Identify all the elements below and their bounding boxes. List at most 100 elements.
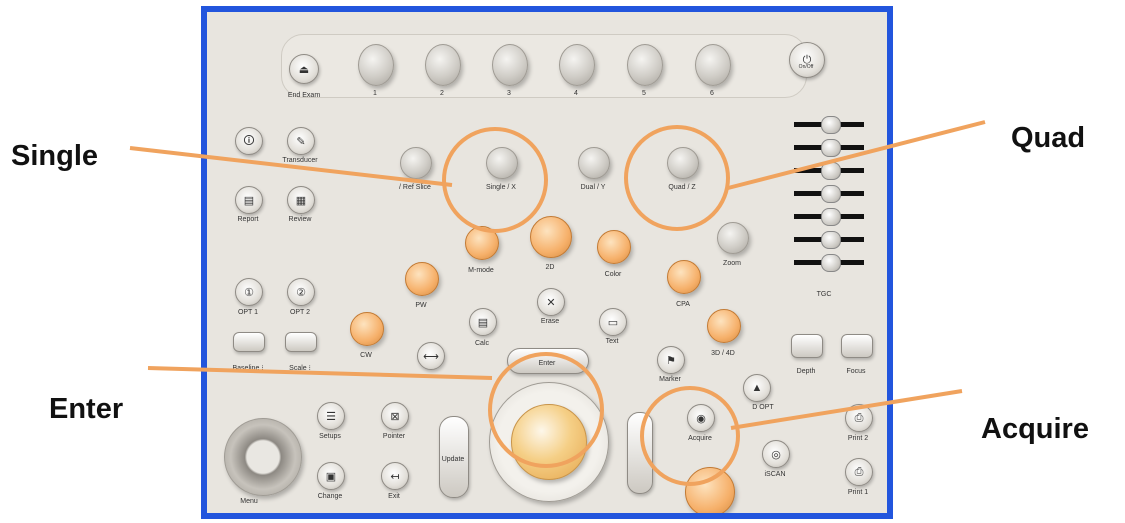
single-callout: Single: [11, 140, 99, 172]
report-button[interactable]: ▤: [235, 186, 263, 214]
print2-button[interactable]: ⎙: [845, 404, 873, 432]
opt1-button[interactable]: ①: [235, 278, 263, 306]
knob-label-4: 4: [574, 90, 578, 97]
change-button[interactable]: ▣: [317, 462, 345, 490]
tgc-slider-6[interactable]: [821, 231, 841, 249]
caliper-button[interactable]: ⟷: [417, 342, 445, 370]
2d-knob[interactable]: [530, 216, 572, 258]
cpa-knob[interactable]: [667, 260, 701, 294]
knob-label-1: 1: [373, 90, 377, 97]
enter-callout: Enter: [49, 393, 124, 425]
mmode-label: M-mode: [468, 267, 494, 274]
dual-y-label: Dual / Y: [580, 184, 606, 191]
mmode-knob[interactable]: [465, 226, 499, 260]
pw-label: PW: [415, 302, 427, 309]
soft-knob-5[interactable]: [627, 44, 663, 86]
acquire-button[interactable]: ◉: [687, 404, 715, 432]
single-x-label: Single / X: [486, 184, 516, 191]
cpa-label: CPA: [676, 301, 690, 308]
iscan-button[interactable]: ◎: [762, 440, 790, 468]
knob-label-2: 2: [440, 90, 444, 97]
tgc-slider-7[interactable]: [821, 254, 841, 272]
knob-label-6: 6: [710, 90, 714, 97]
calc-label: Calc: [474, 340, 490, 347]
quad-callout: Quad: [1011, 122, 1086, 154]
acquire-label: Acquire: [688, 435, 712, 442]
exit-label: Exit: [388, 493, 400, 500]
freeze-button[interactable]: [685, 467, 735, 513]
scale-label: Scale ⁝: [289, 365, 311, 372]
pw-knob[interactable]: [405, 262, 439, 296]
transducer-button[interactable]: ✎: [287, 127, 315, 155]
erase-button[interactable]: ✕: [537, 288, 565, 316]
2d-label: 2D: [545, 264, 555, 271]
update-label: Update: [441, 456, 465, 463]
print1-label: Print 1: [847, 489, 869, 496]
print1-button[interactable]: ⎙: [845, 458, 873, 486]
knob-label-3: 3: [507, 90, 511, 97]
erase-label: Erase: [540, 318, 560, 325]
d-opt-button[interactable]: ▲: [743, 374, 771, 402]
acquire-callout: Acquire: [981, 413, 1089, 445]
soft-knob-6[interactable]: [695, 44, 731, 86]
zoom-label: Zoom: [723, 260, 741, 267]
tgc-slider-5[interactable]: [821, 208, 841, 226]
single-knob[interactable]: [486, 147, 518, 179]
report-label: Report: [237, 216, 259, 223]
soft-knob-4[interactable]: [559, 44, 595, 86]
menu-label: Menu: [240, 498, 258, 505]
scale-button[interactable]: [285, 332, 317, 352]
tgc-slider-1[interactable]: [821, 116, 841, 134]
baseline-label: Baseline ⁝: [232, 365, 264, 372]
focus-label: Focus: [846, 368, 866, 375]
iscan-label: iSCAN: [764, 471, 786, 478]
color-knob[interactable]: [597, 230, 631, 264]
exit-button[interactable]: ↤: [381, 462, 409, 490]
soft-knob-3[interactable]: [492, 44, 528, 86]
menu-dial[interactable]: [224, 418, 302, 496]
setups-button[interactable]: ☰: [317, 402, 345, 430]
3d4d-label: 3D / 4D: [711, 350, 735, 357]
ref-slice-label: / Ref Slice: [399, 184, 431, 191]
depth-label: Depth: [796, 368, 816, 375]
opt2-label: OPT 2: [289, 309, 311, 316]
review-label: Review: [288, 216, 312, 223]
end-exam-label: End Exam: [287, 92, 321, 99]
patient-button[interactable]: 🛈: [235, 127, 263, 155]
change-label: Change: [317, 493, 343, 500]
soft-knob-2[interactable]: [425, 44, 461, 86]
end-exam-button[interactable]: ⏏: [289, 54, 319, 84]
trackball[interactable]: [511, 404, 587, 480]
opt1-label: OPT 1: [237, 309, 259, 316]
select-button[interactable]: [627, 412, 653, 494]
enter-button-label: Enter: [538, 360, 556, 367]
cw-knob[interactable]: [350, 312, 384, 346]
knob-label-5: 5: [642, 90, 646, 97]
depth-button[interactable]: [791, 334, 823, 358]
setups-label: Setups: [319, 433, 341, 440]
baseline-button[interactable]: [233, 332, 265, 352]
opt2-button[interactable]: ②: [287, 278, 315, 306]
tgc-slider-2[interactable]: [821, 139, 841, 157]
color-label: Color: [604, 271, 622, 278]
3d4d-knob[interactable]: [707, 309, 741, 343]
power-button[interactable]: ⏻: [789, 42, 825, 78]
quad-knob[interactable]: [667, 147, 699, 179]
focus-button[interactable]: [841, 334, 873, 358]
d-opt-label: D OPT: [752, 404, 774, 411]
ref-slice-knob[interactable]: [400, 147, 432, 179]
calc-button[interactable]: ▤: [469, 308, 497, 336]
text-button[interactable]: ▭: [599, 308, 627, 336]
dual-knob[interactable]: [578, 147, 610, 179]
tgc-slider-3[interactable]: [821, 162, 841, 180]
review-button[interactable]: ▦: [287, 186, 315, 214]
pointer-button[interactable]: ⊠: [381, 402, 409, 430]
quad-z-label: Quad / Z: [668, 184, 696, 191]
pointer-label: Pointer: [382, 433, 406, 440]
transducer-label: Transducer: [282, 157, 318, 164]
marker-button[interactable]: ⚑: [657, 346, 685, 374]
zoom-knob[interactable]: [717, 222, 749, 254]
ultrasound-control-panel: ⏏ End Exam 1 2 3 4 5 6 ⏻ On/Off 🛈 ✎ Tran…: [201, 6, 893, 519]
soft-knob-1[interactable]: [358, 44, 394, 86]
tgc-slider-4[interactable]: [821, 185, 841, 203]
